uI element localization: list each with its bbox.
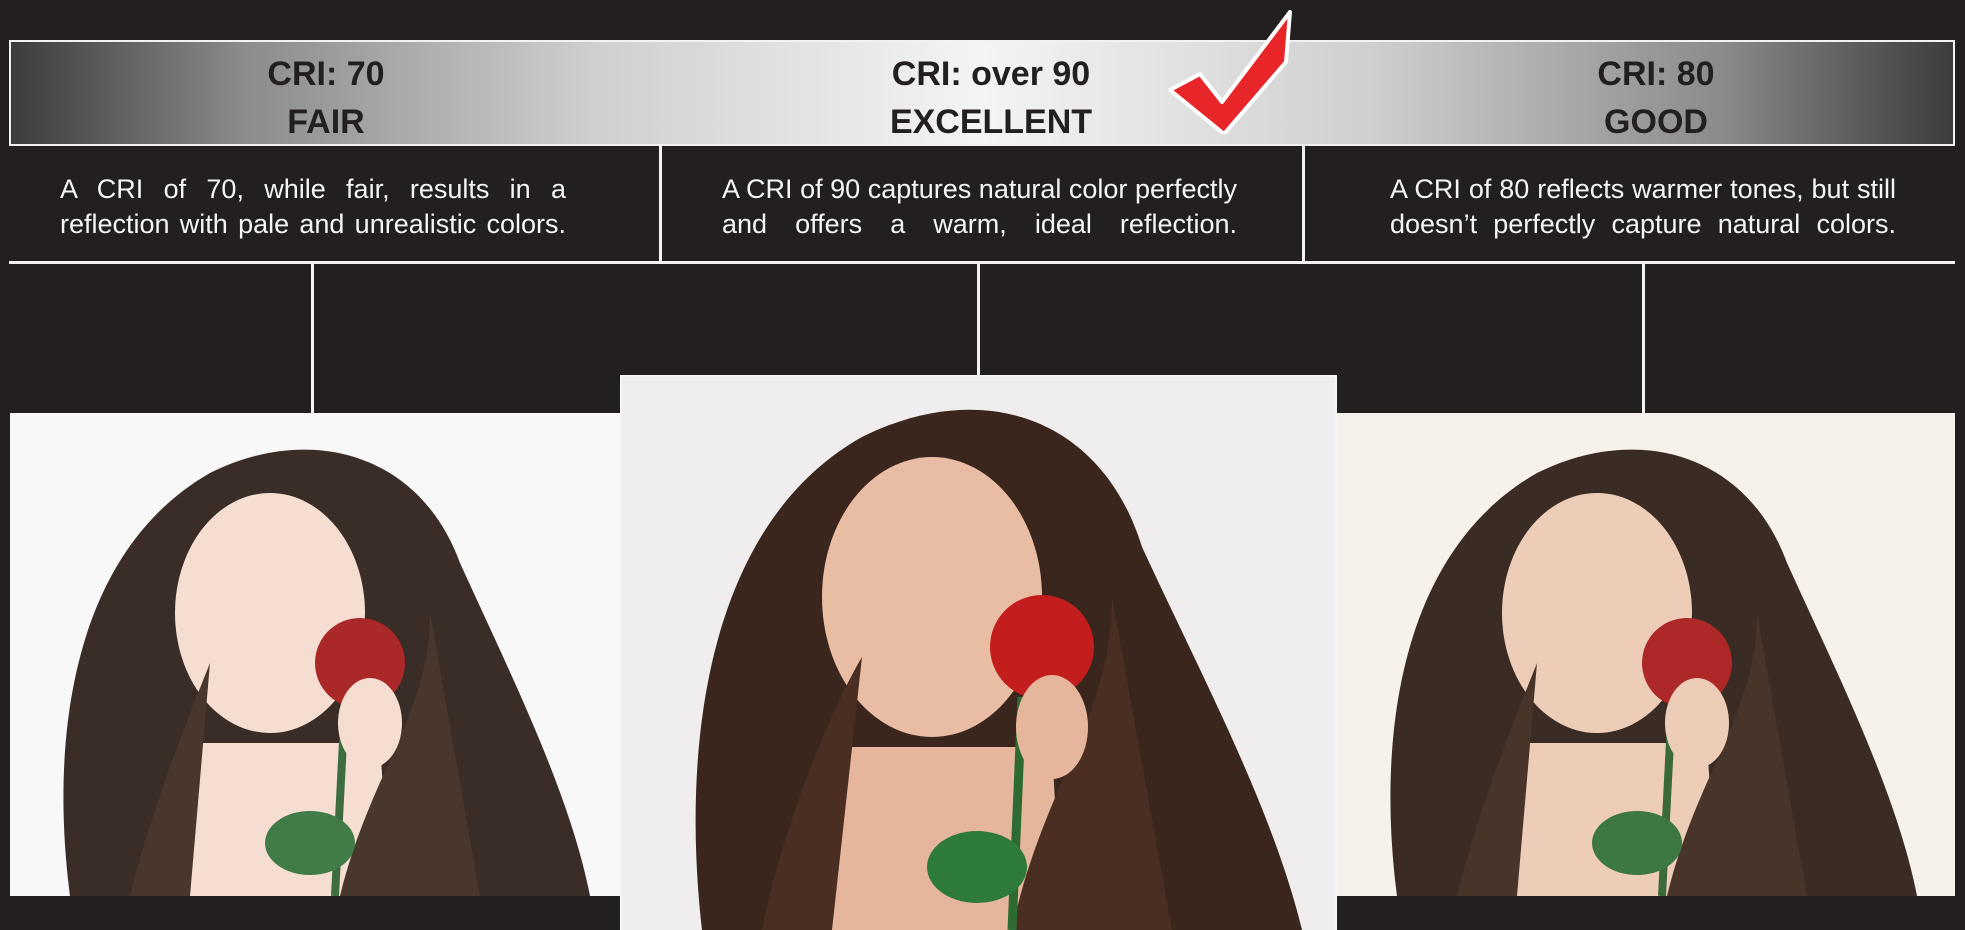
- cri-rating: EXCELLENT: [889, 103, 1093, 141]
- cri-value: CRI: over 90: [891, 55, 1091, 93]
- column-divider: [659, 146, 662, 261]
- connector-line: [977, 262, 980, 376]
- cri-value: CRI: 80: [1597, 55, 1715, 93]
- description-good: A CRI of 80 reflects warmer tones, but s…: [1390, 174, 1896, 239]
- cri-rating: FAIR: [287, 103, 365, 141]
- cri-value: CRI: 70: [267, 55, 385, 93]
- description-excellent: A CRI of 90 captures natural color perfe…: [722, 174, 1237, 239]
- cri-heading-excellent: CRI: over 90 EXCELLENT: [831, 50, 1151, 146]
- cri-banner: CRI: 70 FAIR CRI: over 90 EXCELLENT CRI:…: [9, 40, 1955, 146]
- connector-line: [1642, 262, 1645, 413]
- cri-rating: GOOD: [1604, 103, 1708, 141]
- checkmark-icon: [1168, 10, 1292, 134]
- description-fair: A CRI of 70, while fair, results in a re…: [60, 174, 566, 239]
- portrait-photo-excellent: [622, 377, 1335, 930]
- connector-line: [311, 262, 314, 413]
- portrait-photo-good: [1337, 413, 1955, 896]
- column-divider: [1302, 146, 1305, 261]
- portrait-photo-fair: [10, 413, 620, 896]
- cri-heading-fair: CRI: 70 FAIR: [201, 50, 451, 146]
- cri-heading-good: CRI: 80 GOOD: [1531, 50, 1781, 146]
